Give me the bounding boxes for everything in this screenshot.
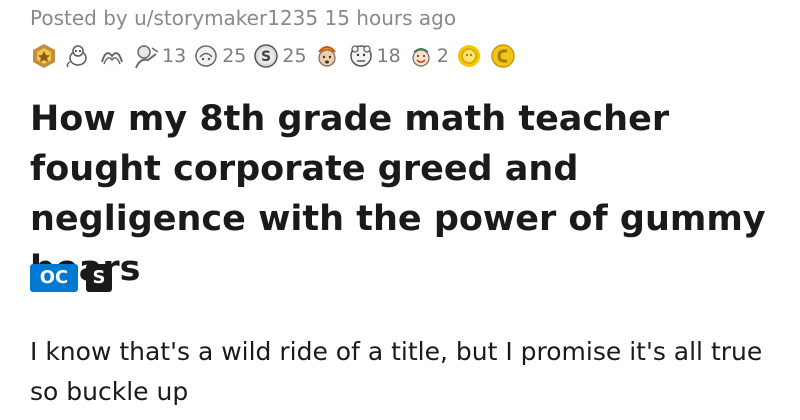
award[interactable]: S 25 (252, 42, 307, 70)
post-flairs: OC S (30, 264, 120, 292)
award-count: 18 (376, 45, 401, 67)
gold-sun-icon (457, 45, 480, 67)
award-count: 25 (222, 45, 247, 67)
oc-flair[interactable]: OC (30, 264, 78, 292)
hero-badge-icon (33, 44, 55, 68)
helpful-icon (195, 45, 217, 67)
hugz-icon (349, 45, 372, 67)
award[interactable]: 2 (407, 42, 449, 70)
award[interactable]: 18 (347, 42, 401, 70)
wearing-is-caring-icon (101, 52, 123, 65)
award[interactable] (64, 42, 92, 70)
gold-coin-icon (491, 44, 515, 68)
post-body: I know that's a wild ride of a title, bu… (30, 337, 763, 406)
svg-text:S: S (261, 49, 271, 65)
awards-row[interactable]: 13 25 S 25 18 2 (30, 40, 523, 72)
post-meta: Posted by u/storymaker1235 15 hours ago (30, 6, 456, 30)
award-count: 25 (282, 45, 307, 67)
award-count: 13 (162, 45, 187, 67)
post-timestamp[interactable]: 15 hours ago (324, 6, 456, 30)
award[interactable] (455, 42, 483, 70)
posted-by-label: Posted by (30, 6, 128, 30)
award[interactable] (313, 42, 341, 70)
username-link[interactable]: u/storymaker1235 (134, 6, 318, 30)
award[interactable]: 13 (132, 42, 186, 70)
award[interactable] (98, 42, 126, 70)
wholesome-icon (412, 48, 430, 67)
spoiler-flair[interactable]: S (86, 264, 112, 292)
reddit-post: Posted by u/storymaker1235 15 hours ago (0, 0, 800, 420)
award[interactable] (489, 42, 517, 70)
post-title[interactable]: How my 8th grade math teacher fought cor… (30, 94, 780, 294)
award[interactable] (30, 42, 58, 70)
award[interactable]: 25 (192, 42, 246, 70)
mind-blown-icon (317, 46, 336, 67)
take-my-energy-icon (135, 45, 159, 69)
silver-coin-icon: S (254, 44, 279, 68)
wholesome-seal-icon (66, 45, 87, 68)
award-count: 2 (436, 45, 449, 67)
